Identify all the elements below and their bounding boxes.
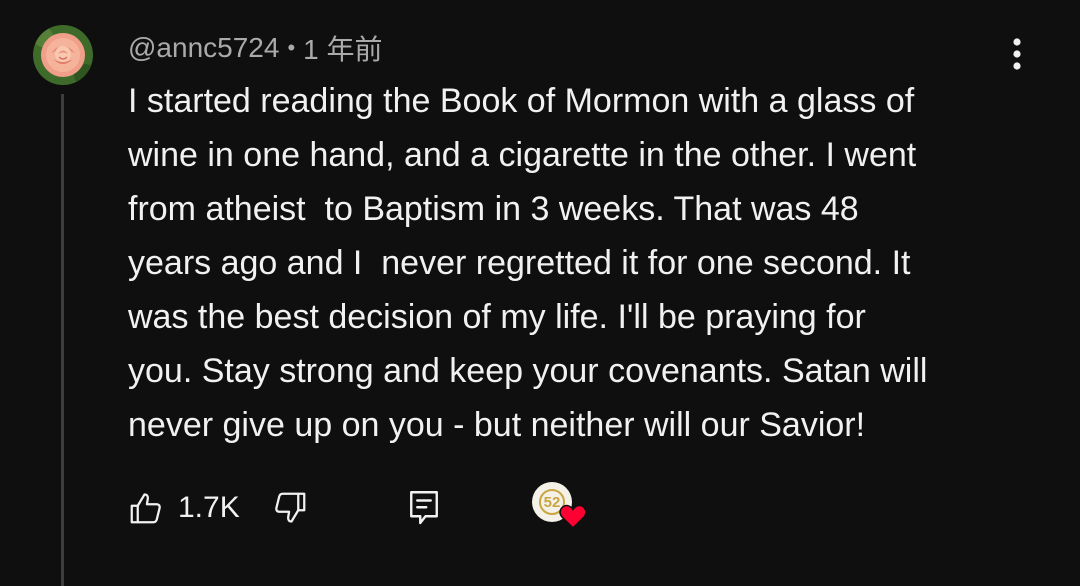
heart-icon [559, 504, 587, 529]
thread-line [61, 94, 64, 586]
author-handle[interactable]: @annc5724 [128, 32, 279, 64]
thumbs-up-icon [130, 493, 161, 524]
timestamp[interactable]: 1 年前 [303, 28, 382, 68]
thumbs-down-icon [275, 492, 306, 523]
like-button[interactable]: 1.7K [128, 486, 240, 530]
avatar[interactable] [33, 25, 93, 85]
like-count: 1.7K [178, 491, 240, 524]
more-vertical-icon [1013, 38, 1021, 70]
more-options-button[interactable] [1000, 36, 1034, 72]
comment-text: I started reading the Book of Mormon wit… [128, 82, 928, 444]
reply-button[interactable] [406, 486, 442, 530]
comment-header: @annc5724 • 1 年前 [128, 30, 383, 66]
creator-heart-badge[interactable]: 52 [532, 482, 592, 534]
reply-icon [410, 491, 438, 525]
rose-avatar-icon [33, 25, 93, 85]
separator-dot: • [287, 35, 296, 60]
dislike-button[interactable] [272, 486, 308, 530]
